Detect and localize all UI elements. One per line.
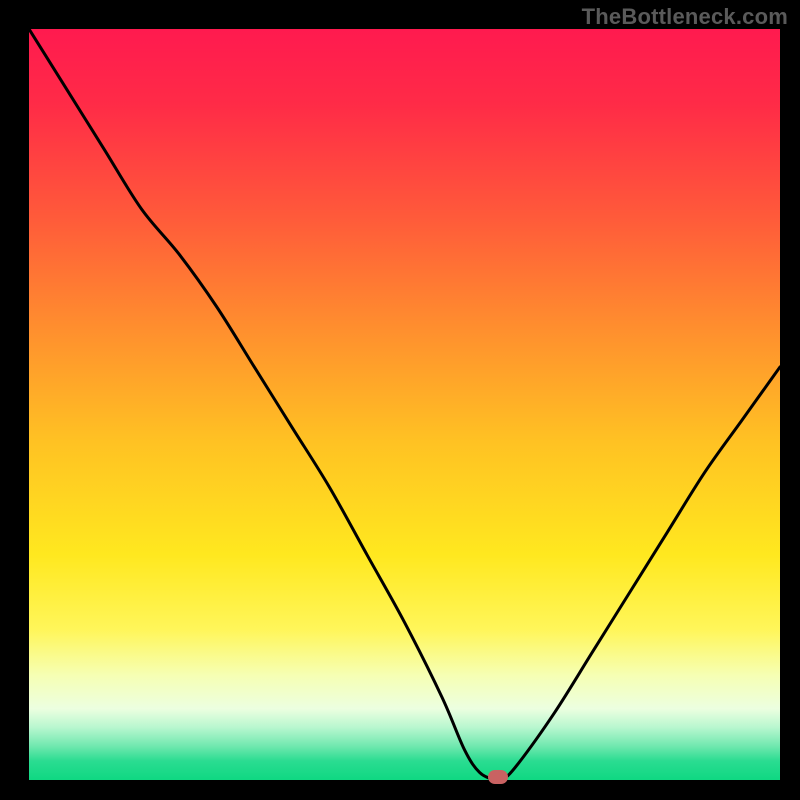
chart-svg	[29, 29, 780, 780]
watermark-text: TheBottleneck.com	[582, 4, 788, 30]
optimal-point-marker	[488, 770, 508, 784]
gradient-background	[29, 29, 780, 780]
plot-area	[29, 29, 780, 780]
chart-container: TheBottleneck.com	[0, 0, 800, 800]
